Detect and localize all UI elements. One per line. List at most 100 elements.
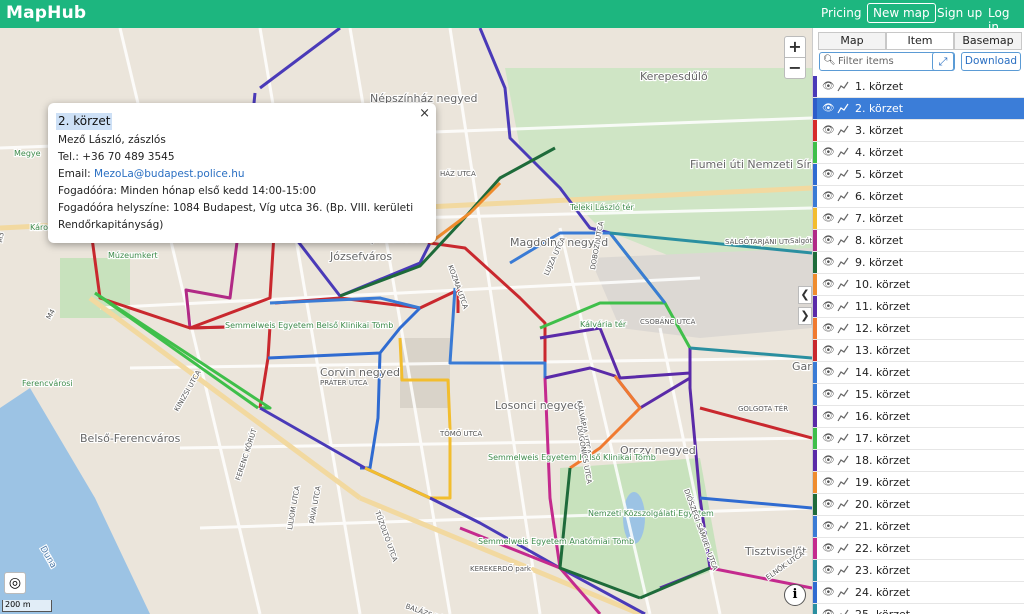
eye-icon[interactable]: 👁︎ (822, 274, 835, 295)
eye-icon[interactable]: 👁︎ (822, 494, 835, 515)
eye-icon[interactable]: 👁︎ (822, 164, 835, 185)
list-item[interactable]: 👁︎ 16. körzet (813, 406, 1024, 428)
tab-item[interactable]: Item (886, 32, 954, 50)
tab-basemap[interactable]: Basemap (954, 32, 1022, 50)
chevron-right-icon[interactable]: ❯ (798, 307, 812, 325)
eye-icon[interactable]: 👁︎ (822, 560, 835, 581)
list-item[interactable]: 👁︎ 23. körzet (813, 560, 1024, 582)
list-item[interactable]: 👁︎ 5. körzet (813, 164, 1024, 186)
list-item[interactable]: 👁︎ 19. körzet (813, 472, 1024, 494)
sign-up-link[interactable]: Sign up (937, 6, 982, 20)
eye-icon[interactable]: 👁︎ (822, 340, 835, 361)
eye-icon[interactable]: 👁︎ (822, 296, 835, 317)
list-item[interactable]: 👁︎ 8. körzet (813, 230, 1024, 252)
map-label: Kálvária tér (580, 319, 627, 329)
list-item[interactable]: 👁︎ 13. körzet (813, 340, 1024, 362)
eye-icon[interactable]: 👁︎ (822, 450, 835, 471)
polyline-icon (837, 499, 849, 510)
list-item[interactable]: 👁︎ 2. körzet (813, 98, 1024, 120)
eye-icon[interactable]: 👁︎ (822, 208, 835, 229)
eye-icon[interactable]: 👁︎ (822, 252, 835, 273)
eye-icon[interactable]: 👁︎ (822, 472, 835, 493)
list-item[interactable]: 👁︎ 1. körzet (813, 76, 1024, 98)
eye-icon[interactable]: 👁︎ (822, 516, 835, 537)
download-button[interactable]: Download (961, 52, 1021, 71)
maphub-logo[interactable]: MapHub (6, 3, 86, 23)
list-item-label: 2. körzet (855, 102, 904, 115)
map-canvas[interactable]: Kerepesdűlő Népszínház negyed Fiumei úti N… (0, 28, 812, 614)
sidebar-tabs: Map Item Basemap (818, 32, 1022, 50)
top-bar: MapHub Pricing New map Sign up Log in (0, 0, 1024, 34)
polyline-icon (837, 81, 849, 92)
map-label: Fiumei úti Nemzeti Sírkert (690, 158, 812, 171)
list-item[interactable]: 👁︎ 17. körzet (813, 428, 1024, 450)
list-item[interactable]: 👁︎ 24. körzet (813, 582, 1024, 604)
polyline-icon (837, 389, 849, 400)
list-item-label: 18. körzet (855, 454, 911, 467)
zoom-in-button[interactable]: + (784, 36, 806, 58)
tab-map[interactable]: Map (818, 32, 886, 50)
eye-icon[interactable]: 👁︎ (822, 582, 835, 603)
list-item[interactable]: 👁︎ 4. körzet (813, 142, 1024, 164)
list-item[interactable]: 👁︎ 6. körzet (813, 186, 1024, 208)
list-item-label: 24. körzet (855, 586, 911, 599)
eye-icon[interactable]: 👁︎ (822, 538, 835, 559)
close-icon[interactable]: × (419, 105, 430, 122)
list-item-label: 11. körzet (855, 300, 911, 313)
list-item[interactable]: 👁︎ 12. körzet (813, 318, 1024, 340)
polyline-icon (837, 477, 849, 488)
list-item-label: 13. körzet (855, 344, 911, 357)
list-item[interactable]: 👁︎ 22. körzet (813, 538, 1024, 560)
list-item[interactable]: 👁︎ 9. körzet (813, 252, 1024, 274)
polyline-icon (837, 587, 849, 598)
eye-icon[interactable]: 👁︎ (822, 186, 835, 207)
popup-email-link[interactable]: MezoLa@budapest.police.hu (94, 168, 245, 180)
eye-icon[interactable]: 👁︎ (822, 384, 835, 405)
list-item-label: 10. körzet (855, 278, 911, 291)
list-item-label: 7. körzet (855, 212, 904, 225)
map-label: Salgót (790, 237, 812, 245)
list-item-label: 25. körzet (855, 604, 910, 614)
search-icon: 🔍︎ (823, 55, 836, 66)
eye-icon[interactable]: 👁︎ (822, 428, 835, 449)
chevron-left-icon[interactable]: ❮ (798, 286, 812, 304)
polyline-icon (837, 367, 849, 378)
zoom-out-button[interactable]: − (784, 57, 806, 79)
map-label: Semmelweis Egyetem Külső Klinikai Tömb (488, 453, 656, 462)
eye-icon[interactable]: 👁︎ (822, 604, 835, 614)
polyline-icon (837, 169, 849, 180)
eye-icon[interactable]: 👁︎ (822, 230, 835, 251)
list-item[interactable]: 👁︎ 14. körzet (813, 362, 1024, 384)
map-label: PRÁTER UTCA (320, 378, 368, 387)
list-item[interactable]: 👁︎ 20. körzet (813, 494, 1024, 516)
nav-pricing-link[interactable]: Pricing (821, 6, 861, 20)
color-swatch (813, 538, 817, 559)
color-swatch (813, 274, 817, 295)
list-item[interactable]: 👁︎ 3. körzet (813, 120, 1024, 142)
map-label: KEREKERDŐ park (470, 564, 532, 573)
list-item[interactable]: 👁︎ 15. körzet (813, 384, 1024, 406)
color-swatch (813, 516, 817, 537)
eye-icon[interactable]: 👁︎ (822, 318, 835, 339)
polyline-icon (837, 213, 849, 224)
list-item[interactable]: 👁︎ 21. körzet (813, 516, 1024, 538)
polyline-icon (837, 279, 849, 290)
new-map-button[interactable]: New map (867, 3, 936, 23)
eye-icon[interactable]: 👁︎ (822, 120, 835, 141)
color-swatch (813, 186, 817, 207)
list-item[interactable]: 👁︎ 25. körzet (813, 604, 1024, 614)
eye-icon[interactable]: 👁︎ (822, 76, 835, 97)
info-icon[interactable]: i (784, 584, 806, 606)
eye-icon[interactable]: 👁︎ (822, 362, 835, 383)
expand-icon[interactable]: ⤢ (932, 52, 954, 71)
list-item-label: 17. körzet (855, 432, 911, 445)
eye-icon[interactable]: 👁︎ (822, 142, 835, 163)
list-item[interactable]: 👁︎ 18. körzet (813, 450, 1024, 472)
eye-icon[interactable]: 👁︎ (822, 98, 835, 119)
list-item[interactable]: 👁︎ 11. körzet (813, 296, 1024, 318)
locate-icon[interactable]: ◎ (4, 572, 26, 594)
list-item[interactable]: 👁︎ 10. körzet (813, 274, 1024, 296)
polyline-icon (837, 235, 849, 246)
eye-icon[interactable]: 👁︎ (822, 406, 835, 427)
list-item[interactable]: 👁︎ 7. körzet (813, 208, 1024, 230)
